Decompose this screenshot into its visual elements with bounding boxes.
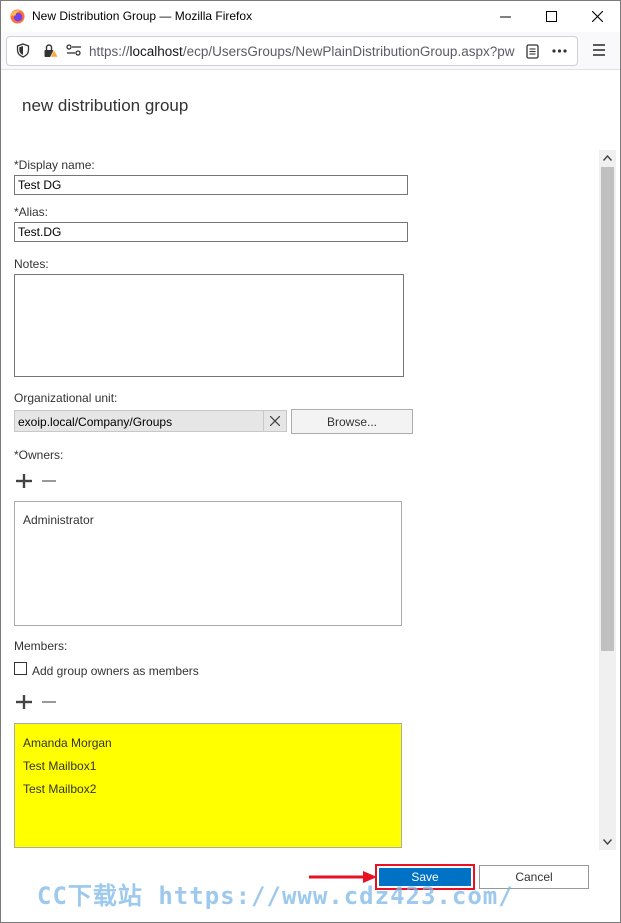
hamburger-menu-icon[interactable] <box>591 42 607 58</box>
owners-list[interactable]: Administrator <box>14 501 402 626</box>
minimize-icon <box>499 16 511 18</box>
navigation-bar: https://localhost/ecp/UsersGroups/NewPla… <box>1 32 620 70</box>
members-list[interactable]: Amanda Morgan Test Mailbox1 Test Mailbox… <box>14 723 402 848</box>
owners-label: *Owners: <box>14 448 64 462</box>
display-name-label: *Display name: <box>14 158 95 172</box>
scroll-up-icon[interactable] <box>603 155 612 161</box>
url-prefix: https:// <box>89 44 130 59</box>
list-item[interactable]: Amanda Morgan <box>23 736 112 750</box>
shield-icon[interactable] <box>16 43 30 58</box>
alias-input[interactable] <box>14 222 408 242</box>
maximize-icon <box>545 11 557 22</box>
reader-view-icon[interactable] <box>526 44 539 59</box>
browser-window: New Distribution Group — Mozilla Firefox <box>0 0 621 923</box>
add-owner-icon[interactable] <box>16 474 32 488</box>
ou-label: Organizational unit: <box>14 391 118 405</box>
scrollbar-thumb[interactable] <box>601 167 614 651</box>
ou-field[interactable]: exoip.local/Company/Groups <box>14 410 287 432</box>
members-add-remove <box>16 695 56 709</box>
add-member-icon[interactable] <box>16 695 32 709</box>
clear-icon <box>270 416 280 426</box>
list-item[interactable]: Test Mailbox1 <box>23 759 96 773</box>
alias-label: *Alias: <box>14 205 49 219</box>
watermark: CC下载站 https://www.cdz423.com/ <box>37 882 514 910</box>
more-options-icon[interactable] <box>552 49 567 53</box>
minimize-button[interactable] <box>482 1 528 32</box>
url-host: localhost <box>129 44 183 59</box>
list-item[interactable]: Test Mailbox2 <box>23 782 96 796</box>
browse-button[interactable]: Browse... <box>291 409 413 434</box>
page-content: new distribution group *Display name: *A… <box>1 70 620 922</box>
clear-ou-button[interactable] <box>263 411 286 431</box>
list-item[interactable]: Administrator <box>23 513 94 527</box>
url-path: /ecp/UsersGroups/NewPlainDistributionGro… <box>182 44 515 59</box>
title-bar: New Distribution Group — Mozilla Firefox <box>1 1 620 32</box>
url-bar[interactable]: https://localhost/ecp/UsersGroups/NewPla… <box>6 36 578 66</box>
display-name-input[interactable] <box>14 175 408 195</box>
vertical-scrollbar[interactable] <box>599 150 616 850</box>
lock-warning-icon[interactable] <box>43 43 59 59</box>
permissions-icon[interactable] <box>66 43 82 57</box>
notes-label: Notes: <box>14 257 49 271</box>
ou-value: exoip.local/Company/Groups <box>18 415 173 429</box>
firefox-icon <box>10 9 25 24</box>
maximize-button[interactable] <box>528 1 574 32</box>
scroll-down-icon[interactable] <box>603 839 612 845</box>
page-title: new distribution group <box>22 96 189 115</box>
window-title: New Distribution Group — Mozilla Firefox <box>32 9 253 23</box>
members-label: Members: <box>14 639 68 653</box>
url-text[interactable]: https://localhost/ecp/UsersGroups/NewPla… <box>89 44 525 59</box>
close-button[interactable] <box>574 1 620 32</box>
notes-textarea[interactable] <box>14 274 404 377</box>
owners-add-remove <box>16 474 56 488</box>
close-icon <box>591 11 603 22</box>
add-owners-label: Add group owners as members <box>32 664 199 678</box>
add-owners-checkbox[interactable] <box>14 662 27 675</box>
